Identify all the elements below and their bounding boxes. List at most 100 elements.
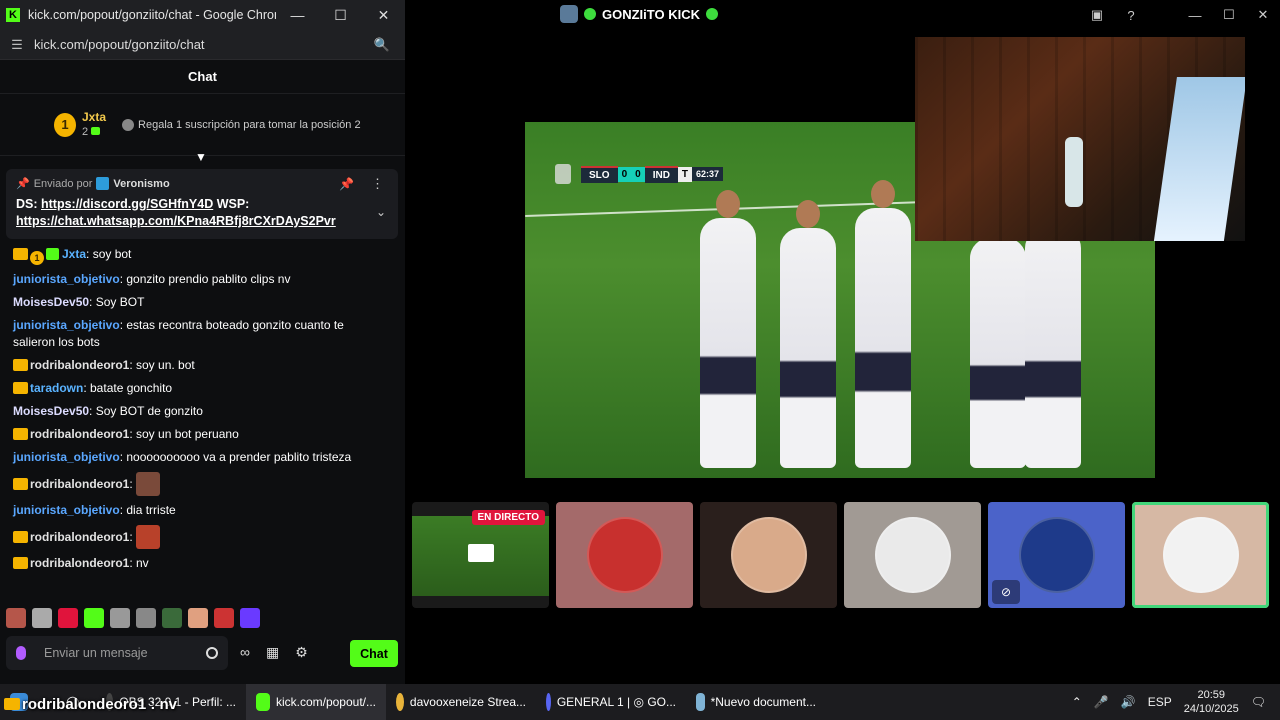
kick-favicon-icon: K (6, 8, 20, 22)
whatsapp-link[interactable]: https://chat.whatsapp.com/KPna4RBfj8rCXr… (16, 214, 336, 228)
chat-username[interactable]: juniorista_objetivo (13, 450, 120, 464)
crown-badge-icon (13, 382, 28, 394)
screen-icon[interactable]: ▣ (1080, 7, 1114, 23)
source-tile[interactable] (556, 502, 693, 608)
chat-username[interactable]: taradown (30, 381, 83, 395)
microphone-icon[interactable]: 🎤 (1094, 695, 1109, 709)
crown-badge-icon (4, 698, 20, 710)
emote-icon[interactable] (188, 608, 208, 628)
crown-badge-icon (13, 478, 28, 490)
clock[interactable]: 20:59 24/10/2025 (1184, 688, 1239, 716)
chrome-titlebar: K kick.com/popout/gonziito/chat - Google… (0, 0, 405, 30)
leader-count: 2 (82, 125, 106, 140)
gift-prompt[interactable]: Regala 1 suscripción para tomar la posic… (122, 118, 361, 131)
emote-icon[interactable] (6, 608, 26, 628)
chat-username[interactable]: rodribalondeoro1 (30, 358, 129, 372)
minimize-icon[interactable]: — (1178, 8, 1212, 23)
volume-icon[interactable]: 🔊 (1121, 695, 1136, 709)
crown-badge-icon (13, 531, 28, 543)
crown-badge-icon (13, 359, 28, 371)
emote-icon[interactable] (32, 608, 52, 628)
emote-icon[interactable] (214, 608, 234, 628)
zoom-icon[interactable]: 🔍 (359, 37, 405, 53)
chat-message: rodribalondeoro1: (0, 522, 398, 552)
notifications-icon[interactable]: 🗨 (1251, 695, 1266, 709)
studio-titlebar: GONZIiTO KICK ▣ ? — ☐ ✕ (405, 0, 1280, 30)
chat-popup-window: K kick.com/popout/gonziito/chat - Google… (0, 0, 405, 684)
chat-username[interactable]: rodribalondeoro1 (30, 427, 129, 441)
chat-username[interactable]: MoisesDev50 (13, 404, 89, 418)
hidden-eye-icon[interactable]: ⊘ (992, 580, 1020, 604)
gear-icon[interactable]: ⚙ (295, 644, 308, 661)
source-tile-selected[interactable] (1132, 502, 1269, 608)
address-bar[interactable]: ☰ kick.com/popout/gonziito/chat 🔍 (0, 30, 405, 60)
more-options-icon[interactable]: ⋮ (371, 176, 384, 192)
chat-input[interactable]: Enviar un mensaje (6, 636, 228, 670)
chat-username[interactable]: juniorista_objetivo (13, 318, 120, 332)
chat-input-placeholder[interactable]: Enviar un mensaje (44, 646, 206, 660)
taskbar-notepad[interactable]: *Nuevo document... (686, 684, 826, 720)
close-icon[interactable]: ✕ (1246, 7, 1280, 23)
pin-icon[interactable]: 📌 (339, 177, 354, 191)
discord-link[interactable]: https://discord.gg/SGHfnY4D (41, 197, 213, 211)
chevron-up-icon[interactable]: ⌃ (1072, 695, 1082, 709)
scroll-to-pinned-icon[interactable]: ▼ (194, 150, 208, 164)
sub-gift-icon (91, 126, 101, 135)
infinity-icon[interactable]: ∞ (240, 644, 250, 661)
pinned-sender[interactable]: Veronismo (113, 178, 169, 190)
player-figure (700, 190, 756, 468)
taskbar-chrome-stream[interactable]: davooxeneize Strea... (386, 684, 536, 720)
chevron-down-icon[interactable]: ⌄ (376, 205, 386, 219)
minimize-icon[interactable]: — (276, 0, 319, 30)
source-tile-live[interactable]: EN DIRECTO (412, 502, 549, 608)
maximize-icon[interactable]: ☐ (319, 0, 362, 30)
kick-icon (256, 693, 270, 711)
chat-username[interactable]: juniorista_objetivo (13, 272, 120, 286)
chat-username[interactable]: juniorista_objetivo (13, 503, 120, 517)
emote-icon[interactable] (240, 608, 260, 628)
store-icon[interactable]: ▦ (266, 644, 279, 661)
taskbar-chrome-kick[interactable]: kick.com/popout/... (246, 684, 386, 720)
emote-icon[interactable] (162, 608, 182, 628)
chat-message: juniorista_objetivo: dia trriste (13, 503, 176, 517)
chrome-icon (396, 693, 404, 711)
pin-small-icon: 📌 (16, 178, 30, 190)
sub-badge-icon (46, 248, 59, 260)
site-settings-icon[interactable]: ☰ (0, 37, 34, 53)
studio-title: GONZIiTO KICK (602, 6, 700, 22)
taskbar-discord[interactable]: GENERAL 1 | ◎ GO... (536, 684, 686, 720)
close-icon[interactable]: ✕ (362, 0, 405, 30)
chat-message: rodribalondeoro1: soy un. bot (0, 354, 398, 377)
help-icon[interactable]: ? (1114, 8, 1148, 23)
chat-username[interactable]: rodribalondeoro1 (30, 556, 129, 570)
emote-icon[interactable] (136, 608, 156, 628)
maximize-icon[interactable]: ☐ (1212, 7, 1246, 23)
crown-badge-icon (13, 557, 28, 569)
sender-avatar (96, 177, 110, 190)
url-text[interactable]: kick.com/popout/gonziito/chat (34, 37, 359, 52)
scene-sources: EN DIRECTO ⊘ (412, 502, 1269, 608)
emote-icon[interactable] (58, 608, 78, 628)
pinned-meta: 📌 Enviado por Veronismo (16, 177, 170, 190)
source-tile[interactable]: ⊘ (988, 502, 1125, 608)
mic-icon[interactable] (16, 646, 26, 660)
emote-icon[interactable] (84, 608, 104, 628)
chat-message: rodribalondeoro1: soy un bot peruano (0, 423, 398, 446)
leader-name[interactable]: Jxta (82, 110, 106, 125)
chat-username[interactable]: Jxta (62, 247, 86, 261)
chat-username[interactable]: rodribalondeoro1 (30, 530, 129, 544)
face-emote-icon (135, 472, 160, 496)
chat-username[interactable]: MoisesDev50 (13, 295, 89, 309)
emoji-icon[interactable] (206, 647, 218, 659)
source-tile[interactable] (844, 502, 981, 608)
source-tile[interactable] (700, 502, 837, 608)
leader-info[interactable]: Jxta 2 (82, 110, 106, 140)
emote-icon[interactable] (110, 608, 130, 628)
studio-app-icon (560, 5, 578, 23)
language-indicator[interactable]: ESP (1148, 695, 1172, 709)
rank-badge-icon: 1 (30, 251, 44, 265)
composer-tools: ∞ ▦ ⚙ (240, 644, 308, 661)
chat-username[interactable]: rodribalondeoro1 (30, 477, 129, 491)
live-status-dot-icon (705, 8, 718, 20)
send-chat-button[interactable]: Chat (350, 640, 398, 667)
